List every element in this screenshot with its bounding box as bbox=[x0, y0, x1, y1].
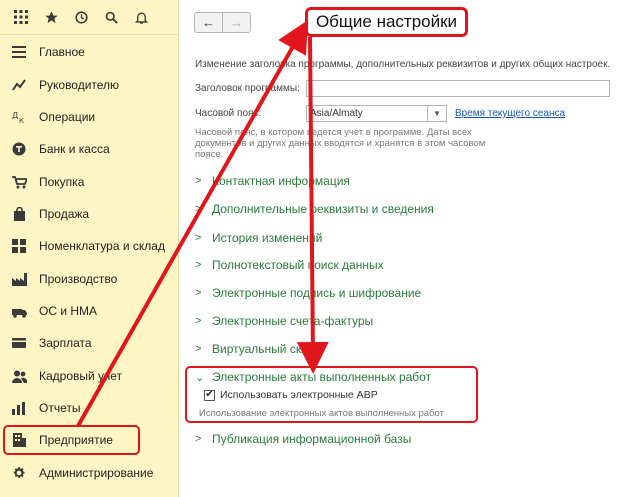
main-content: ← → Изменение заголовка программы, допол… bbox=[179, 0, 624, 497]
section-additional-attributes[interactable]: > Дополнительные реквизиты и сведения bbox=[195, 202, 434, 216]
chevron-down-icon[interactable]: ▼ bbox=[427, 106, 446, 121]
bag-icon bbox=[9, 207, 29, 221]
chart-icon bbox=[9, 79, 29, 91]
sidebar-item-operations[interactable]: ДК Операции bbox=[0, 102, 178, 132]
sidebar-item-salary[interactable]: Зарплата bbox=[0, 328, 178, 358]
sidebar-item-label: Операции bbox=[39, 110, 96, 124]
sidebar-item-label: Администрирование bbox=[39, 466, 154, 480]
section-virtual-warehouse[interactable]: > Виртуальный склад bbox=[195, 342, 322, 356]
gear-icon bbox=[9, 466, 29, 480]
sidebar-item-hr[interactable]: Кадровый учет bbox=[0, 361, 178, 391]
accounting-icon: ДК bbox=[9, 110, 29, 124]
chevron-right-icon: > bbox=[195, 232, 202, 244]
sidebar-item-label: ОС и НМА bbox=[39, 304, 98, 318]
sidebar-item-label: Кадровый учет bbox=[39, 369, 123, 383]
section-electronic-invoices[interactable]: > Электронные счета-фактуры bbox=[195, 314, 373, 328]
sidebar-item-main[interactable]: Главное bbox=[0, 37, 178, 67]
coin-icon bbox=[9, 142, 29, 156]
people-icon bbox=[9, 370, 29, 383]
sidebar-item-label: Отчеты bbox=[39, 401, 81, 415]
svg-text:Д: Д bbox=[12, 111, 18, 120]
chevron-right-icon: > bbox=[195, 315, 202, 327]
highlight-electronic-acts bbox=[185, 366, 478, 423]
sidebar-item-nomenclature[interactable]: Номенклатура и склад bbox=[0, 231, 178, 261]
page-title: Общие настройки bbox=[305, 7, 468, 37]
chevron-right-icon: > bbox=[195, 259, 202, 271]
sidebar: Главное Руководителю ДК Операции Банк и … bbox=[0, 0, 179, 497]
sidebar-item-assets[interactable]: ОС и НМА bbox=[0, 296, 178, 326]
timezone-value: Asia/Almaty bbox=[310, 108, 363, 119]
header-field-label: Заголовок программы: bbox=[195, 83, 300, 94]
section-change-history[interactable]: > История изменений bbox=[195, 231, 322, 245]
timezone-hint: Часовой пояс, в котором ведется учет в п… bbox=[195, 127, 486, 160]
wallet-icon bbox=[9, 337, 29, 349]
section-label: Полнотекстовый поиск данных bbox=[212, 258, 384, 272]
section-label: Дополнительные реквизиты и сведения bbox=[212, 202, 434, 216]
bar-chart-icon bbox=[9, 401, 29, 415]
sidebar-item-purchase[interactable]: Покупка bbox=[0, 167, 178, 197]
sidebar-item-label: Зарплата bbox=[39, 336, 92, 350]
sidebar-item-admin[interactable]: Администрирование bbox=[0, 458, 178, 488]
program-header-input[interactable] bbox=[306, 80, 610, 97]
chevron-right-icon: > bbox=[195, 433, 202, 445]
sidebar-toolbar bbox=[0, 0, 178, 35]
star-icon[interactable] bbox=[36, 2, 66, 32]
highlight-enterprise bbox=[3, 425, 140, 455]
sidebar-item-label: Банк и касса bbox=[39, 142, 110, 156]
section-contact-info[interactable]: > Контактная информация bbox=[195, 174, 350, 188]
current-session-time-link[interactable]: Время текущего сеанса bbox=[455, 108, 565, 119]
section-label: История изменений bbox=[212, 231, 323, 245]
page-description: Изменение заголовка программы, дополните… bbox=[195, 59, 611, 70]
grid-icon bbox=[9, 239, 29, 253]
section-electronic-signature[interactable]: > Электронные подпись и шифрование bbox=[195, 286, 421, 300]
sidebar-item-production[interactable]: Производство bbox=[0, 264, 178, 294]
section-label: Электронные подпись и шифрование bbox=[212, 286, 422, 300]
list-icon bbox=[9, 46, 29, 58]
sidebar-item-label: Главное bbox=[39, 45, 85, 59]
menu-icon[interactable] bbox=[6, 2, 36, 32]
sidebar-item-reports[interactable]: Отчеты bbox=[0, 393, 178, 423]
cart-icon bbox=[9, 175, 29, 189]
svg-text:К: К bbox=[19, 117, 24, 124]
sidebar-item-label: Производство bbox=[39, 272, 118, 286]
section-label: Контактная информация bbox=[212, 174, 350, 188]
sidebar-item-label: Продажа bbox=[39, 207, 90, 221]
sidebar-item-manager[interactable]: Руководителю bbox=[0, 70, 178, 100]
sidebar-item-bank[interactable]: Банк и касса bbox=[0, 134, 178, 164]
back-button[interactable]: ← bbox=[195, 13, 222, 32]
section-publication[interactable]: > Публикация информационной базы bbox=[195, 432, 411, 446]
section-fulltext-search[interactable]: > Полнотекстовый поиск данных bbox=[195, 258, 384, 272]
history-nav: ← → bbox=[194, 12, 251, 33]
history-icon[interactable] bbox=[66, 2, 96, 32]
chevron-right-icon: > bbox=[195, 343, 202, 355]
sidebar-item-label: Номенклатура и склад bbox=[39, 239, 165, 253]
sidebar-item-label: Покупка bbox=[39, 175, 85, 189]
sidebar-item-sales[interactable]: Продажа bbox=[0, 199, 178, 229]
sidebar-item-label: Руководителю bbox=[39, 78, 120, 92]
section-label: Электронные счета-фактуры bbox=[212, 314, 374, 328]
bell-icon[interactable] bbox=[126, 2, 156, 32]
chevron-right-icon: > bbox=[195, 175, 202, 187]
chevron-right-icon: > bbox=[195, 203, 202, 215]
timezone-label: Часовой пояс: bbox=[195, 108, 262, 119]
section-label: Виртуальный склад bbox=[212, 342, 322, 356]
assets-icon bbox=[9, 305, 29, 318]
chevron-right-icon: > bbox=[195, 287, 202, 299]
search-icon[interactable] bbox=[96, 2, 126, 32]
section-label: Публикация информационной базы bbox=[212, 432, 412, 446]
forward-button[interactable]: → bbox=[222, 13, 250, 32]
timezone-select[interactable]: Asia/Almaty ▼ bbox=[306, 105, 447, 122]
factory-icon bbox=[9, 272, 29, 286]
